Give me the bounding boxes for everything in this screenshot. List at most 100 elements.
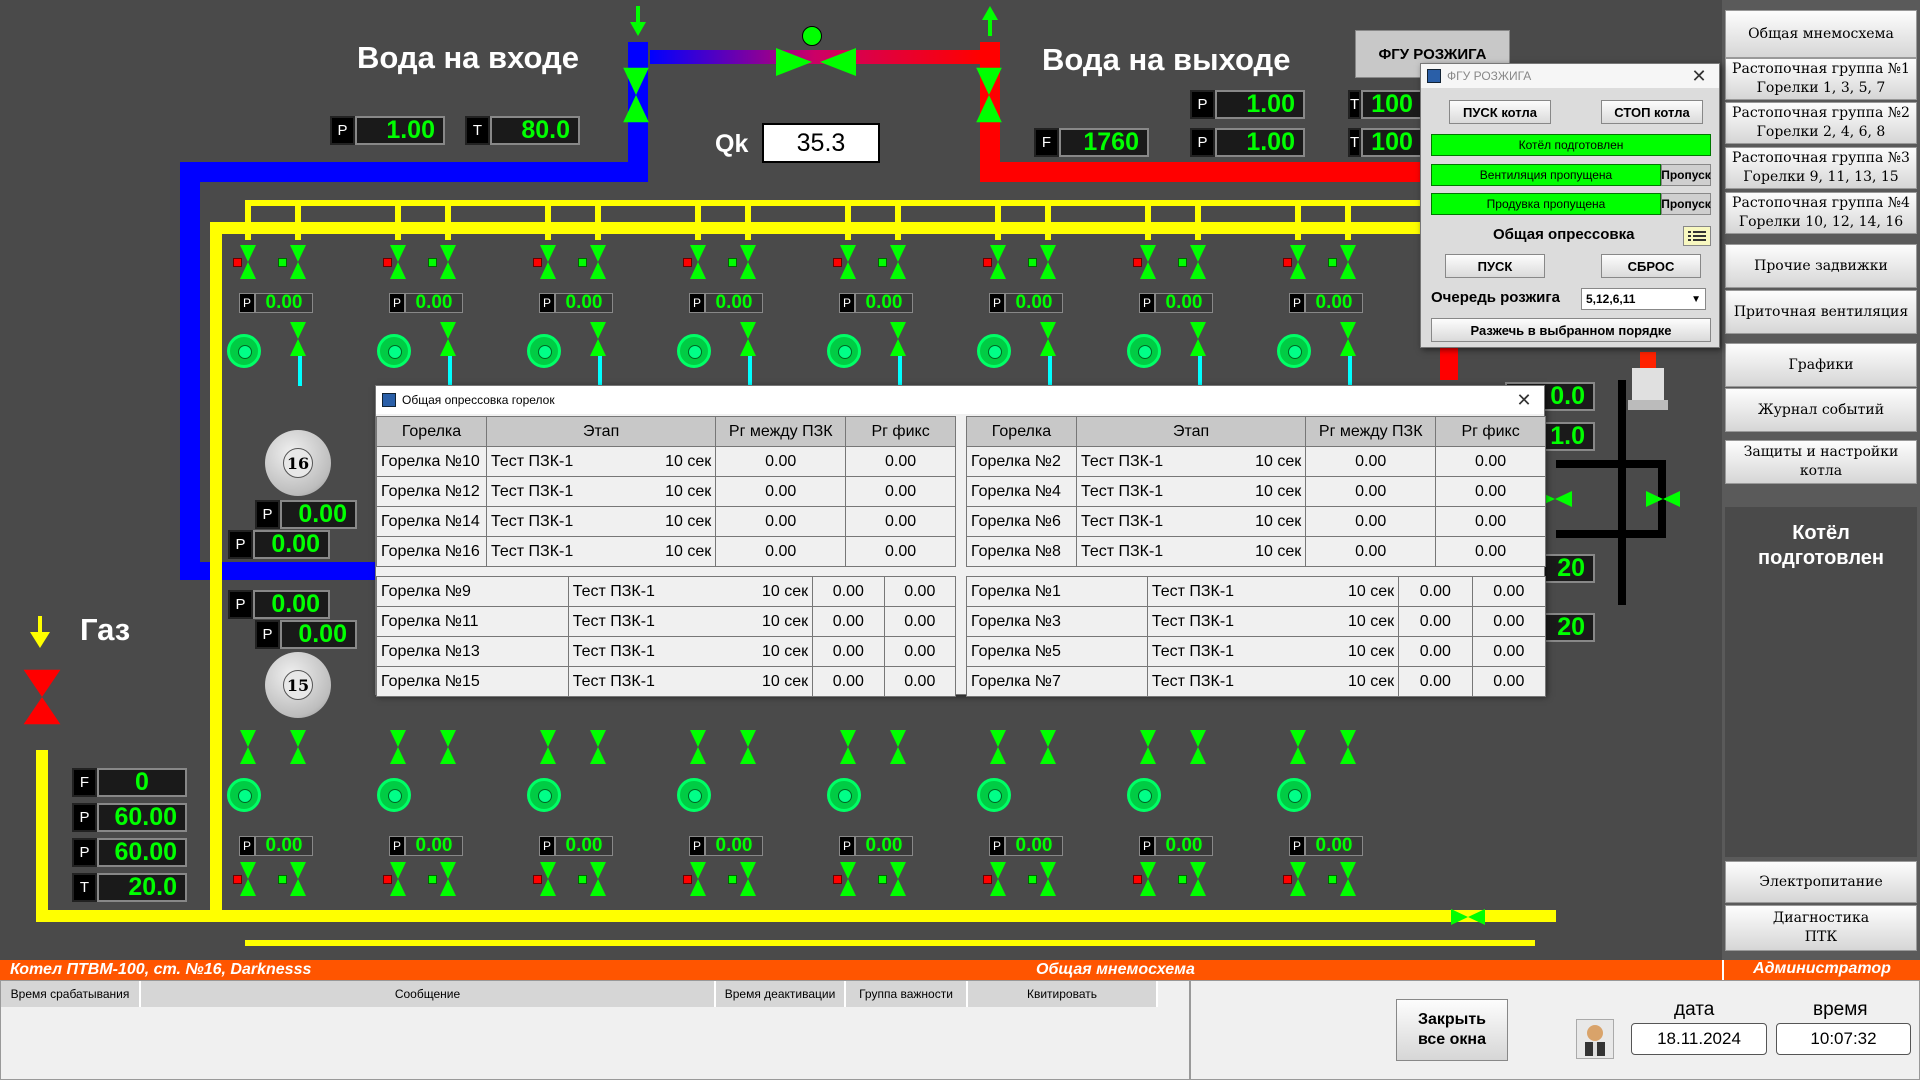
col-deactivation-time[interactable]: Время деактивации <box>716 981 846 1007</box>
burner-valve-icon[interactable] <box>1290 862 1306 896</box>
burner-valve-icon[interactable] <box>890 322 906 356</box>
burner-valve-icon[interactable] <box>590 730 606 764</box>
burner-valve-icon[interactable] <box>290 862 306 896</box>
table-row[interactable]: Горелка №5 Тест ПЗК-1 10 сек 0.00 0.00 <box>966 636 1547 667</box>
burner-valve-icon[interactable] <box>990 862 1006 896</box>
burner-valve-icon[interactable] <box>1040 245 1056 279</box>
burner-valve-icon[interactable] <box>290 730 306 764</box>
burner-valve-icon[interactable] <box>440 245 456 279</box>
burner-valve-icon[interactable] <box>590 245 606 279</box>
burner-valve-icon[interactable] <box>890 730 906 764</box>
burner-valve-icon[interactable] <box>540 730 556 764</box>
burner-valve-icon[interactable] <box>390 245 406 279</box>
fan-icon[interactable] <box>827 334 861 368</box>
inlet-valve-icon[interactable] <box>623 67 649 123</box>
burner-valve-icon[interactable] <box>1040 322 1056 356</box>
bypass-valve-icon[interactable] <box>776 40 856 80</box>
ignition-order-select[interactable]: 5,12,6,11 ▼ <box>1581 288 1706 310</box>
burner-valve-icon[interactable] <box>590 322 606 356</box>
burner-valve-icon[interactable] <box>740 322 756 356</box>
burner-valve-icon[interactable] <box>840 730 856 764</box>
burner-valve-icon[interactable] <box>390 730 406 764</box>
fan-icon[interactable] <box>527 334 561 368</box>
menu-supply-ventilation[interactable]: Приточная вентиляция <box>1725 290 1917 334</box>
fan-icon[interactable] <box>677 334 711 368</box>
col-acknowledge[interactable]: Квитировать <box>968 981 1158 1007</box>
burner-valve-icon[interactable] <box>1190 322 1206 356</box>
burner-valve-icon[interactable] <box>890 862 906 896</box>
burner-valve-icon[interactable] <box>290 322 306 356</box>
menu-general-scheme[interactable]: Общая мнемосхема <box>1725 10 1917 58</box>
burner-valve-icon[interactable] <box>840 245 856 279</box>
burner-valve-icon[interactable] <box>290 245 306 279</box>
fan-icon[interactable] <box>1277 334 1311 368</box>
table-row[interactable]: Горелка №14 Тест ПЗК-1 10 сек 0.00 0.00 <box>376 506 956 537</box>
fan-icon[interactable] <box>1277 778 1311 812</box>
table-row[interactable]: Горелка №8 Тест ПЗК-1 10 сек 0.00 0.00 <box>966 536 1546 567</box>
fan-icon[interactable] <box>677 778 711 812</box>
burner-valve-icon[interactable] <box>1140 862 1156 896</box>
fan-icon[interactable] <box>527 778 561 812</box>
burner-valve-icon[interactable] <box>1340 862 1356 896</box>
burner-valve-icon[interactable] <box>740 862 756 896</box>
burner-valve-icon[interactable] <box>990 730 1006 764</box>
table-row[interactable]: Горелка №3 Тест ПЗК-1 10 сек 0.00 0.00 <box>966 606 1547 637</box>
table-row[interactable]: Горелка №15 Тест ПЗК-1 10 сек 0.00 0.00 <box>376 666 957 697</box>
burner-valve-icon[interactable] <box>240 245 256 279</box>
outlet-valve-icon[interactable] <box>976 67 1002 123</box>
burner-valve-icon[interactable] <box>1190 730 1206 764</box>
menu-group-4[interactable]: Растопочная группа №4 Горелки 10, 12, 14… <box>1725 192 1917 234</box>
burner-15-vessel[interactable]: 15 <box>265 652 331 718</box>
col-message[interactable]: Сообщение <box>141 981 716 1007</box>
burner-valve-icon[interactable] <box>540 245 556 279</box>
fan-icon[interactable] <box>377 778 411 812</box>
col-priority-group[interactable]: Группа важности <box>846 981 968 1007</box>
gas-shutoff-valve-icon[interactable] <box>23 669 61 725</box>
burner-valve-icon[interactable] <box>890 245 906 279</box>
table-row[interactable]: Горелка №13 Тест ПЗК-1 10 сек 0.00 0.00 <box>376 636 957 667</box>
burner-valve-icon[interactable] <box>1140 730 1156 764</box>
table-row[interactable]: Горелка №10 Тест ПЗК-1 10 сек 0.00 0.00 <box>376 446 956 477</box>
table-row[interactable]: Горелка №2 Тест ПЗК-1 10 сек 0.00 0.00 <box>966 446 1546 477</box>
burner-valve-icon[interactable] <box>1290 245 1306 279</box>
valve-icon[interactable] <box>1451 909 1485 925</box>
fan-icon[interactable] <box>827 778 861 812</box>
menu-event-log[interactable]: Журнал событий <box>1725 388 1917 432</box>
menu-diagnostics[interactable]: Диагностика ПТК <box>1725 905 1917 951</box>
burner-valve-icon[interactable] <box>690 862 706 896</box>
menu-protections[interactable]: Защиты и настройки котла <box>1725 440 1917 484</box>
window-titlebar[interactable]: Общая опрессовка горелок ✕ <box>376 386 1544 414</box>
burner-valve-icon[interactable] <box>390 862 406 896</box>
fan-icon[interactable] <box>377 334 411 368</box>
pressure-test-reset-button[interactable]: СБРОС <box>1601 254 1701 278</box>
table-row[interactable]: Горелка №4 Тест ПЗК-1 10 сек 0.00 0.00 <box>966 476 1546 507</box>
close-icon[interactable]: ✕ <box>1504 390 1544 411</box>
menu-group-1[interactable]: Растопочная группа №1 Горелки 1, 3, 5, 7 <box>1725 58 1917 100</box>
burner-valve-icon[interactable] <box>1340 322 1356 356</box>
col-activation-time[interactable]: Время срабатывания <box>1 981 141 1007</box>
table-row[interactable]: Горелка №16 Тест ПЗК-1 10 сек 0.00 0.00 <box>376 536 956 567</box>
stop-boiler-button[interactable]: СТОП котла <box>1601 100 1703 124</box>
menu-group-3[interactable]: Растопочная группа №3 Горелки 9, 11, 13,… <box>1725 147 1917 189</box>
burner-valve-icon[interactable] <box>1340 730 1356 764</box>
burner-valve-icon[interactable] <box>540 862 556 896</box>
pressure-test-start-button[interactable]: ПУСК <box>1445 254 1545 278</box>
user-icon[interactable] <box>1576 1019 1614 1059</box>
burner-valve-icon[interactable] <box>690 730 706 764</box>
table-row[interactable]: Горелка №1 Тест ПЗК-1 10 сек 0.00 0.00 <box>966 576 1547 607</box>
burner-valve-icon[interactable] <box>440 730 456 764</box>
burner-valve-icon[interactable] <box>1140 245 1156 279</box>
table-row[interactable]: Горелка №7 Тест ПЗК-1 10 сек 0.00 0.00 <box>966 666 1547 697</box>
menu-charts[interactable]: Графики <box>1725 343 1917 387</box>
window-titlebar[interactable]: ФГУ РОЗЖИГА ✕ <box>1421 64 1719 88</box>
burner-16-vessel[interactable]: 16 <box>265 430 331 496</box>
fan-icon[interactable] <box>977 334 1011 368</box>
fan-icon[interactable] <box>227 778 261 812</box>
fan-icon[interactable] <box>1127 778 1161 812</box>
burner-valve-icon[interactable] <box>990 245 1006 279</box>
skip-ventilation-button[interactable]: Пропуск <box>1661 164 1711 186</box>
burner-valve-icon[interactable] <box>240 862 256 896</box>
valve-icon[interactable] <box>1646 491 1680 507</box>
burner-valve-icon[interactable] <box>590 862 606 896</box>
burner-valve-icon[interactable] <box>740 245 756 279</box>
